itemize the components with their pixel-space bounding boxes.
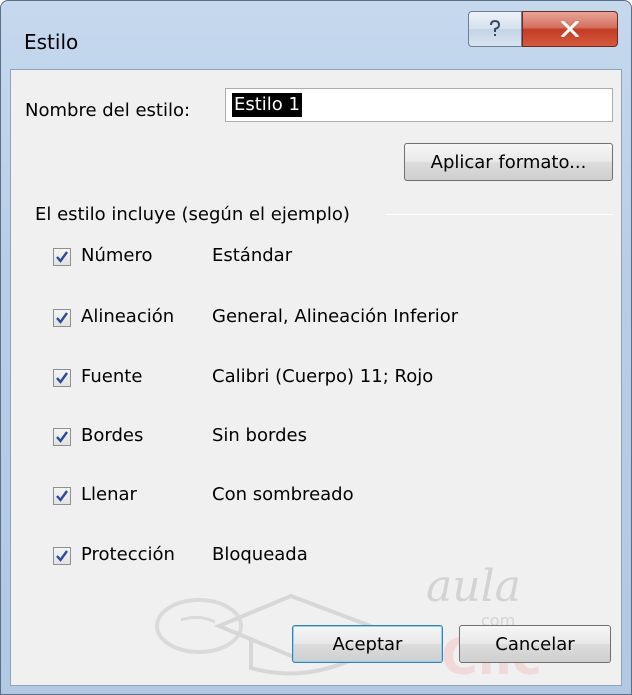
option-value-alineacion: General, Alineación Inferior	[212, 306, 459, 327]
accept-button[interactable]: Aceptar	[292, 625, 443, 663]
style-name-label-text: Nombre del estilo:	[25, 100, 191, 121]
help-button[interactable]	[468, 11, 522, 47]
group-divider	[386, 214, 613, 215]
checkmark-icon	[56, 312, 68, 324]
option-value-fuente: Calibri (Cuerpo) 11; Rojo	[212, 366, 434, 387]
option-label-numero[interactable]: Número	[81, 245, 153, 266]
dialog-window: Estilo Nombre del estilo: Estilo 1 Aplic…	[0, 0, 632, 695]
watermark-text-aula: aula	[426, 561, 521, 612]
checkmark-icon	[56, 251, 68, 263]
checkbox-numero[interactable]	[53, 248, 71, 266]
style-name-value: Estilo 1	[232, 93, 302, 117]
checkbox-llenar[interactable]	[53, 487, 71, 505]
checkmark-icon	[56, 431, 68, 443]
option-label-alineacion[interactable]: Alineación	[81, 306, 174, 327]
option-label-fuente[interactable]: Fuente	[81, 366, 142, 387]
close-button[interactable]	[522, 11, 618, 47]
option-label-bordes[interactable]: Bordes	[81, 425, 143, 446]
style-name-label: Nombre del estilo:	[25, 100, 190, 121]
checkbox-alineacion[interactable]	[53, 309, 71, 327]
apply-format-button[interactable]: Aplicar formato...	[404, 143, 613, 181]
checkbox-fuente[interactable]	[53, 369, 71, 387]
option-value-llenar: Con sombreado	[212, 484, 354, 505]
checkmark-icon	[56, 490, 68, 502]
help-icon	[490, 19, 501, 36]
checkbox-proteccion[interactable]	[53, 547, 71, 565]
option-value-numero: Estándar	[212, 245, 293, 266]
checkmark-icon	[56, 550, 68, 562]
close-icon	[561, 21, 579, 37]
style-name-input[interactable]: Estilo 1	[225, 88, 613, 122]
checkmark-icon	[56, 372, 68, 384]
option-label-llenar[interactable]: Llenar	[81, 484, 137, 505]
window-title: Estilo	[24, 30, 79, 54]
option-value-bordes: Sin bordes	[212, 425, 307, 446]
checkbox-bordes[interactable]	[53, 428, 71, 446]
cancel-button[interactable]: Cancelar	[459, 625, 611, 663]
group-label: El estilo incluye (según el ejemplo)	[35, 204, 350, 225]
